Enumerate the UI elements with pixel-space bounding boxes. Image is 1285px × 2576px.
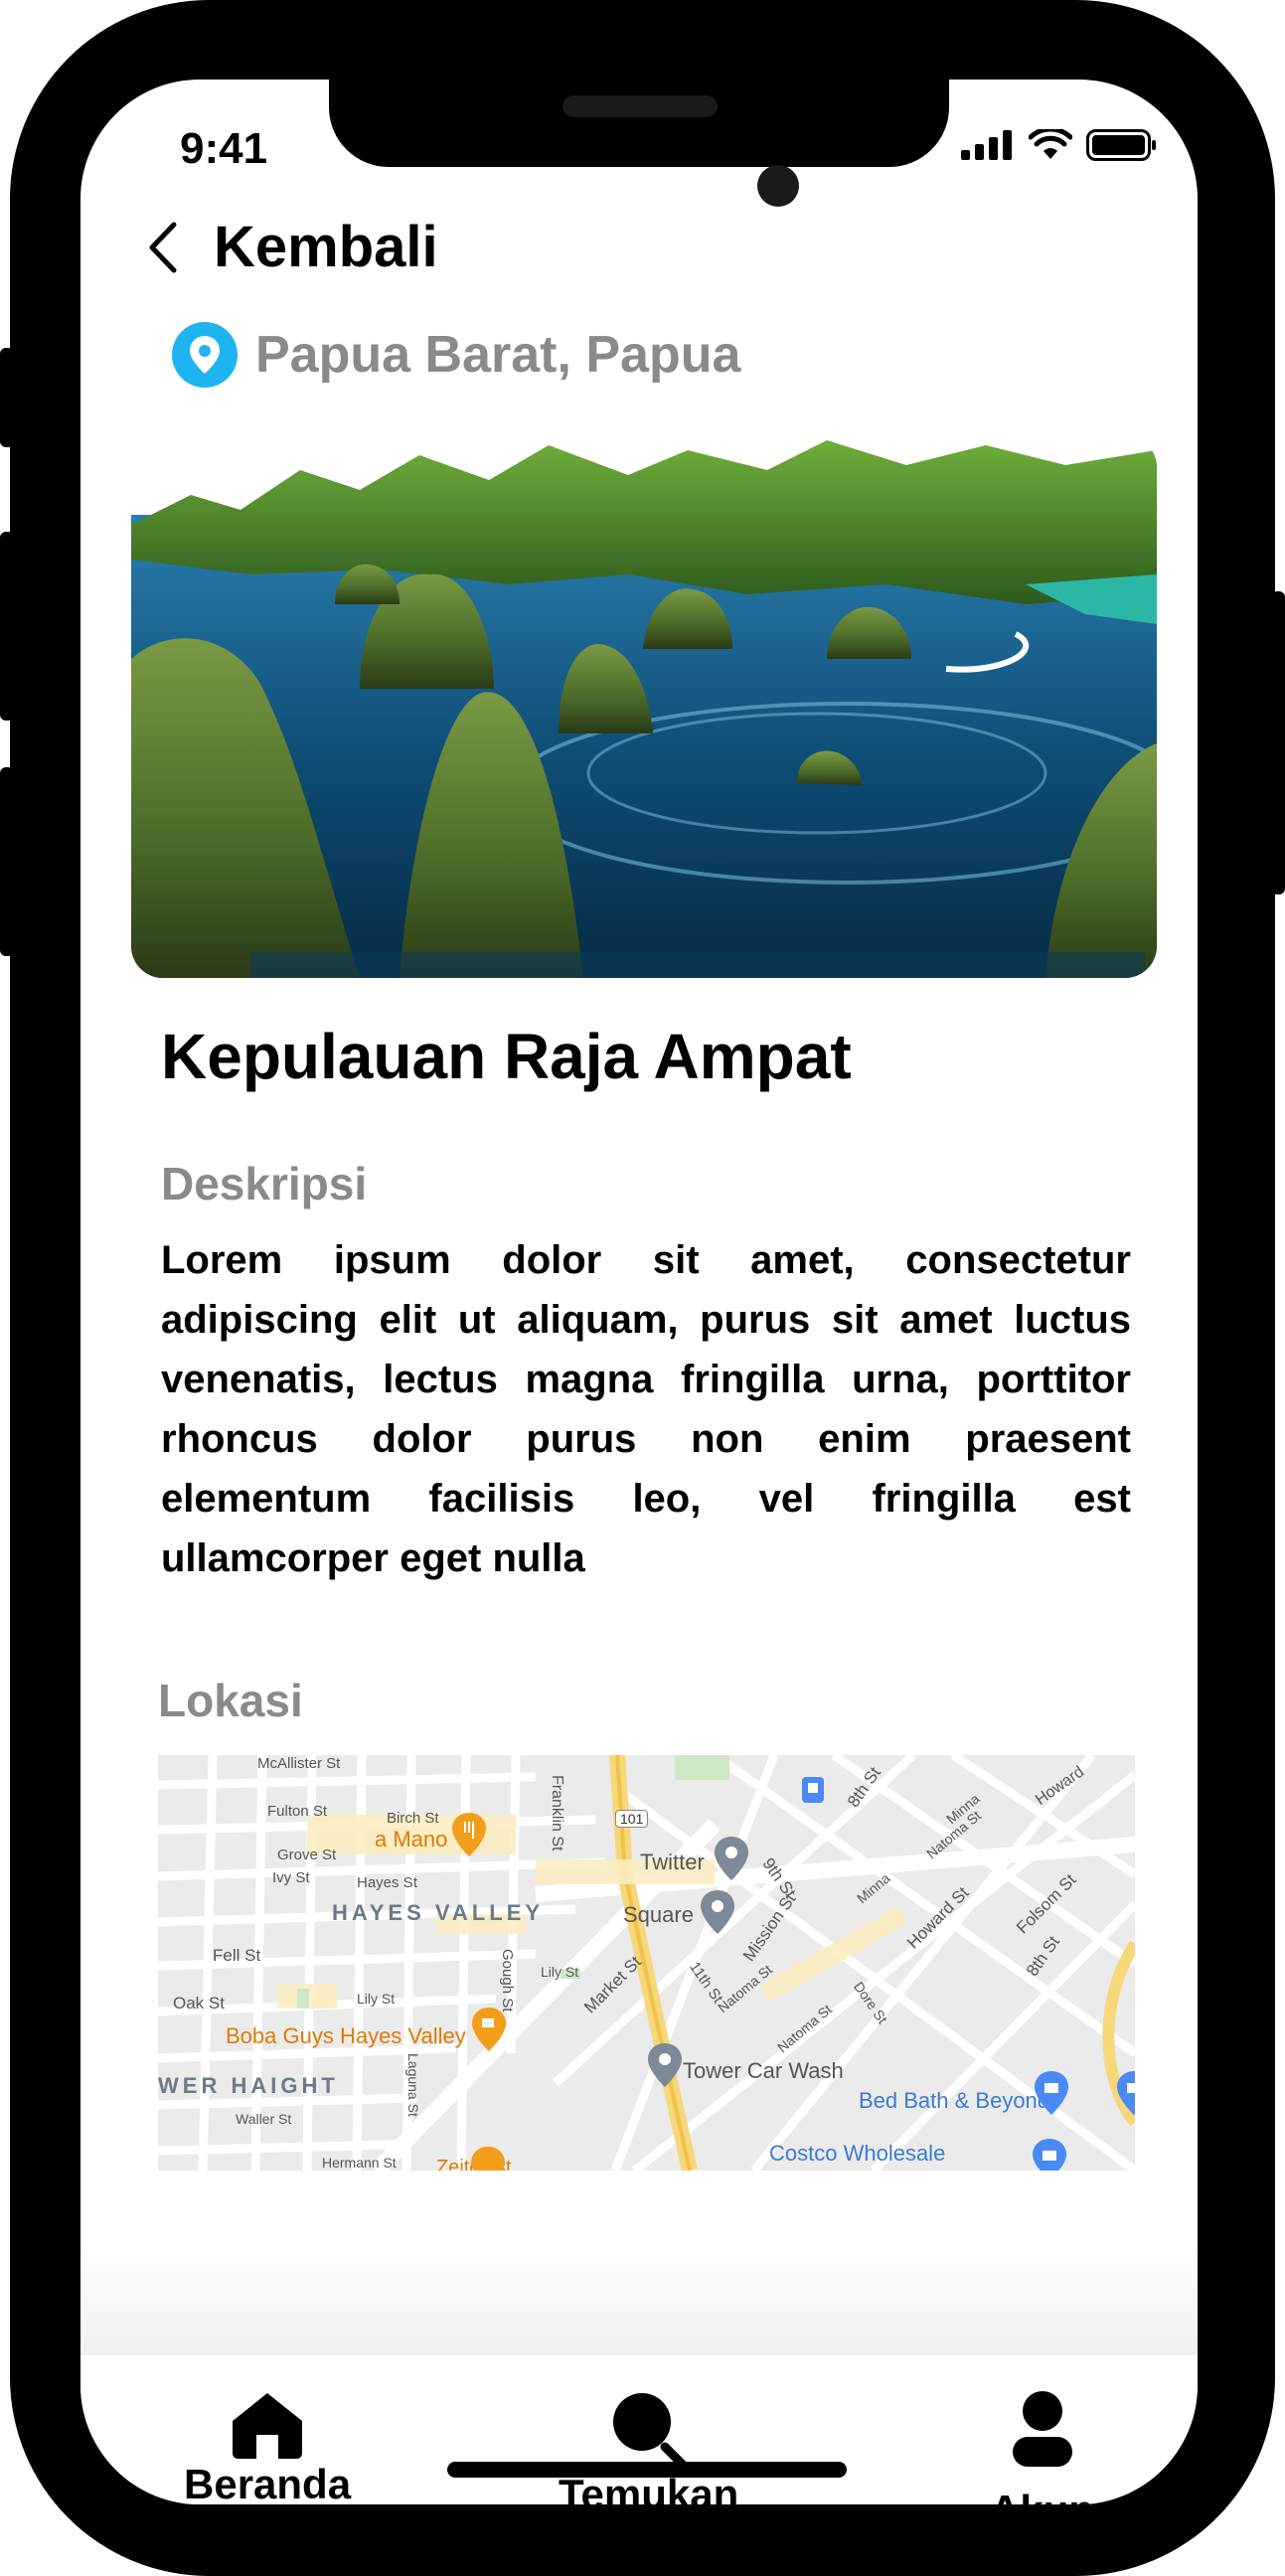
back-label: Kembali bbox=[214, 215, 438, 279]
map-label: Grove St bbox=[277, 1847, 337, 1863]
map-label: Birch St bbox=[387, 1810, 439, 1827]
status-icons bbox=[961, 129, 1158, 161]
map-label: Ivy St bbox=[272, 1869, 310, 1886]
hero-image bbox=[131, 435, 1157, 978]
nav-item-beranda[interactable]: Beranda bbox=[184, 2391, 351, 2504]
shopping-pin-icon[interactable] bbox=[1033, 2139, 1066, 2171]
shopping-pin-icon[interactable] bbox=[1035, 2071, 1068, 2115]
battery-icon bbox=[1086, 129, 1156, 161]
map-label: Bed Bath & Beyond bbox=[859, 2088, 1050, 2113]
wifi-icon bbox=[1029, 129, 1072, 159]
map-pin-icon bbox=[172, 322, 238, 388]
location-text: Papua Barat, Papua bbox=[255, 326, 741, 384]
signal-icon bbox=[961, 130, 1012, 160]
map-label: Oak St bbox=[173, 1994, 225, 2012]
map-label: Gough St bbox=[499, 1949, 516, 2012]
business-pin-icon[interactable] bbox=[648, 2043, 682, 2087]
volume-down-button bbox=[0, 767, 14, 956]
map-label: Tower Car Wash bbox=[683, 2058, 844, 2083]
map-label: Hayes St bbox=[357, 1874, 417, 1891]
map-label: Lily St bbox=[541, 1964, 579, 1980]
restaurant-pin-icon[interactable] bbox=[452, 1813, 486, 1856]
map-label: Twitter bbox=[640, 1850, 705, 1874]
home-icon bbox=[233, 2393, 303, 2459]
chevron-left-icon bbox=[149, 222, 177, 272]
map-label: HAYES VALLEY bbox=[332, 1900, 545, 1925]
nav-item-akun[interactable]: Akun bbox=[990, 2391, 1094, 2504]
user-icon bbox=[1012, 2391, 1072, 2467]
map-label: Fulton St bbox=[267, 1803, 328, 1820]
mute-switch bbox=[0, 348, 14, 447]
nav-label: Akun bbox=[990, 2487, 1094, 2504]
place-title: Kepulauan Raja Ampat bbox=[161, 1021, 852, 1092]
map-label: a Mano bbox=[375, 1827, 448, 1852]
screen: 9:41 Kembali Papua Barat, Papua Kepulaua… bbox=[80, 80, 1198, 2504]
map-label: Square bbox=[623, 1902, 694, 1927]
cafe-pin-icon[interactable] bbox=[472, 2008, 506, 2051]
business-pin-icon[interactable] bbox=[701, 1890, 734, 1934]
front-camera bbox=[757, 165, 799, 207]
map-label: WER HAIGHT bbox=[158, 2073, 339, 2098]
search-icon bbox=[612, 2393, 687, 2470]
islands-illustration bbox=[131, 435, 1157, 978]
map-label: Franklin St bbox=[549, 1775, 565, 1852]
map-label: 101 bbox=[615, 1810, 649, 1828]
volume-up-button bbox=[0, 532, 14, 721]
map-label: Lily St bbox=[357, 1991, 396, 2007]
status-time: 9:41 bbox=[180, 124, 268, 173]
location-map[interactable]: McAllister St Fulton St Grove St Ivy St … bbox=[158, 1755, 1135, 2171]
bottom-nav: Beranda Temukan Akun bbox=[80, 2355, 1198, 2504]
description-text: Lorem ipsum dolor sit amet, consectetur … bbox=[161, 1238, 1131, 1580]
power-button bbox=[1271, 591, 1285, 894]
map-label: Fell St bbox=[213, 1946, 261, 1965]
location-section-label: Lokasi bbox=[158, 1675, 303, 1726]
map-label: McAllister St bbox=[257, 1755, 341, 1772]
back-button[interactable]: Kembali bbox=[148, 214, 438, 280]
map-label: Hermann St bbox=[322, 2155, 397, 2171]
restaurant-pin-icon[interactable] bbox=[471, 2147, 505, 2171]
speaker bbox=[562, 95, 718, 117]
location-row: Papua Barat, Papua bbox=[172, 322, 740, 388]
nav-shadow bbox=[80, 2246, 1198, 2355]
map-label: Waller St bbox=[236, 2111, 292, 2127]
transit-icon bbox=[802, 1777, 824, 1803]
description-label: Deskripsi bbox=[161, 1158, 368, 1209]
map-label: Boba Guys Hayes Valley bbox=[226, 2023, 466, 2048]
home-indicator bbox=[447, 2462, 847, 2478]
nav-item-temukan[interactable]: Temukan bbox=[559, 2391, 738, 2504]
map-label: Laguna St bbox=[405, 2053, 421, 2117]
notch bbox=[329, 80, 949, 167]
business-pin-icon[interactable] bbox=[715, 1837, 748, 1880]
map-label: Costco Wholesale bbox=[769, 2141, 946, 2166]
shopping-pin-icon[interactable] bbox=[1117, 2071, 1135, 2115]
nav-label: Beranda bbox=[184, 2461, 352, 2504]
